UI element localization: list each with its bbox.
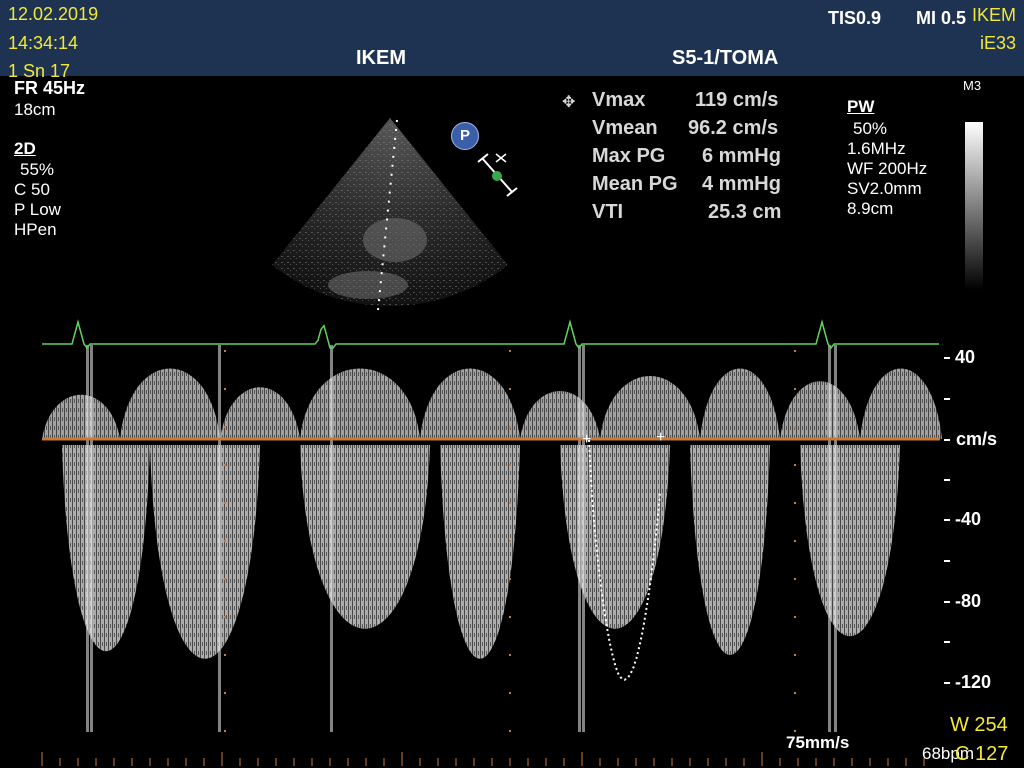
reverse-flow-envelope: [62, 445, 150, 652]
axis-tick: [944, 601, 950, 603]
forward-flow-envelope: [700, 368, 780, 439]
reverse-flow-envelope: [300, 445, 430, 629]
sweep-speed: 75mm/s: [786, 733, 850, 752]
forward-flow-envelope: [120, 368, 220, 439]
spectral-artifact-line: [90, 345, 93, 732]
spectral-artifact-line: [218, 345, 221, 732]
forward-flow-envelope: [420, 368, 520, 439]
spectral-artifact-line: [578, 345, 581, 732]
axis-tick: [944, 439, 950, 441]
axis-tick: [944, 398, 950, 400]
reverse-flow-envelope: [560, 445, 670, 629]
spectral-artifact-line: [834, 345, 837, 732]
axis-tick: [944, 560, 950, 562]
axis-tick: [944, 519, 950, 521]
forward-flow-envelope: [860, 368, 942, 439]
spectral-artifact-line: [330, 345, 333, 732]
axis-tick: [944, 357, 950, 359]
forward-flow-envelope: [42, 394, 120, 439]
spectral-artifact-line: [582, 345, 585, 732]
axis-label-40: 40: [955, 347, 976, 367]
axis-unit-label: cm/s: [956, 429, 998, 449]
forward-flow-envelope: [780, 381, 860, 439]
forward-flow-envelope: [300, 368, 420, 439]
reverse-flow-envelope: [440, 445, 520, 659]
axis-label-minus40: -40: [955, 509, 982, 529]
axis-label-minus120: -120: [955, 672, 992, 692]
reverse-flow-envelope: [150, 445, 260, 659]
forward-flow-envelope: [220, 387, 300, 439]
reverse-flow-envelope: [690, 445, 770, 655]
spectral-artifact-line: [828, 345, 831, 732]
forward-flow-envelope: [600, 376, 700, 439]
window-value: W 254: [950, 714, 1008, 736]
axis-label-minus80: -80: [955, 591, 982, 611]
level-value: C 127: [955, 743, 1009, 765]
spectral-artifact-line: [86, 345, 89, 732]
axis-tick: [944, 479, 950, 481]
doppler-spectrum: + +: [41, 319, 942, 766]
ecg-trace: [42, 319, 939, 350]
reverse-flow-envelope: [800, 445, 900, 637]
axis-tick: [944, 682, 950, 684]
axis-tick: [944, 641, 950, 643]
trace-start-cursor: +: [582, 431, 591, 448]
trace-end-cursor: +: [656, 429, 665, 446]
